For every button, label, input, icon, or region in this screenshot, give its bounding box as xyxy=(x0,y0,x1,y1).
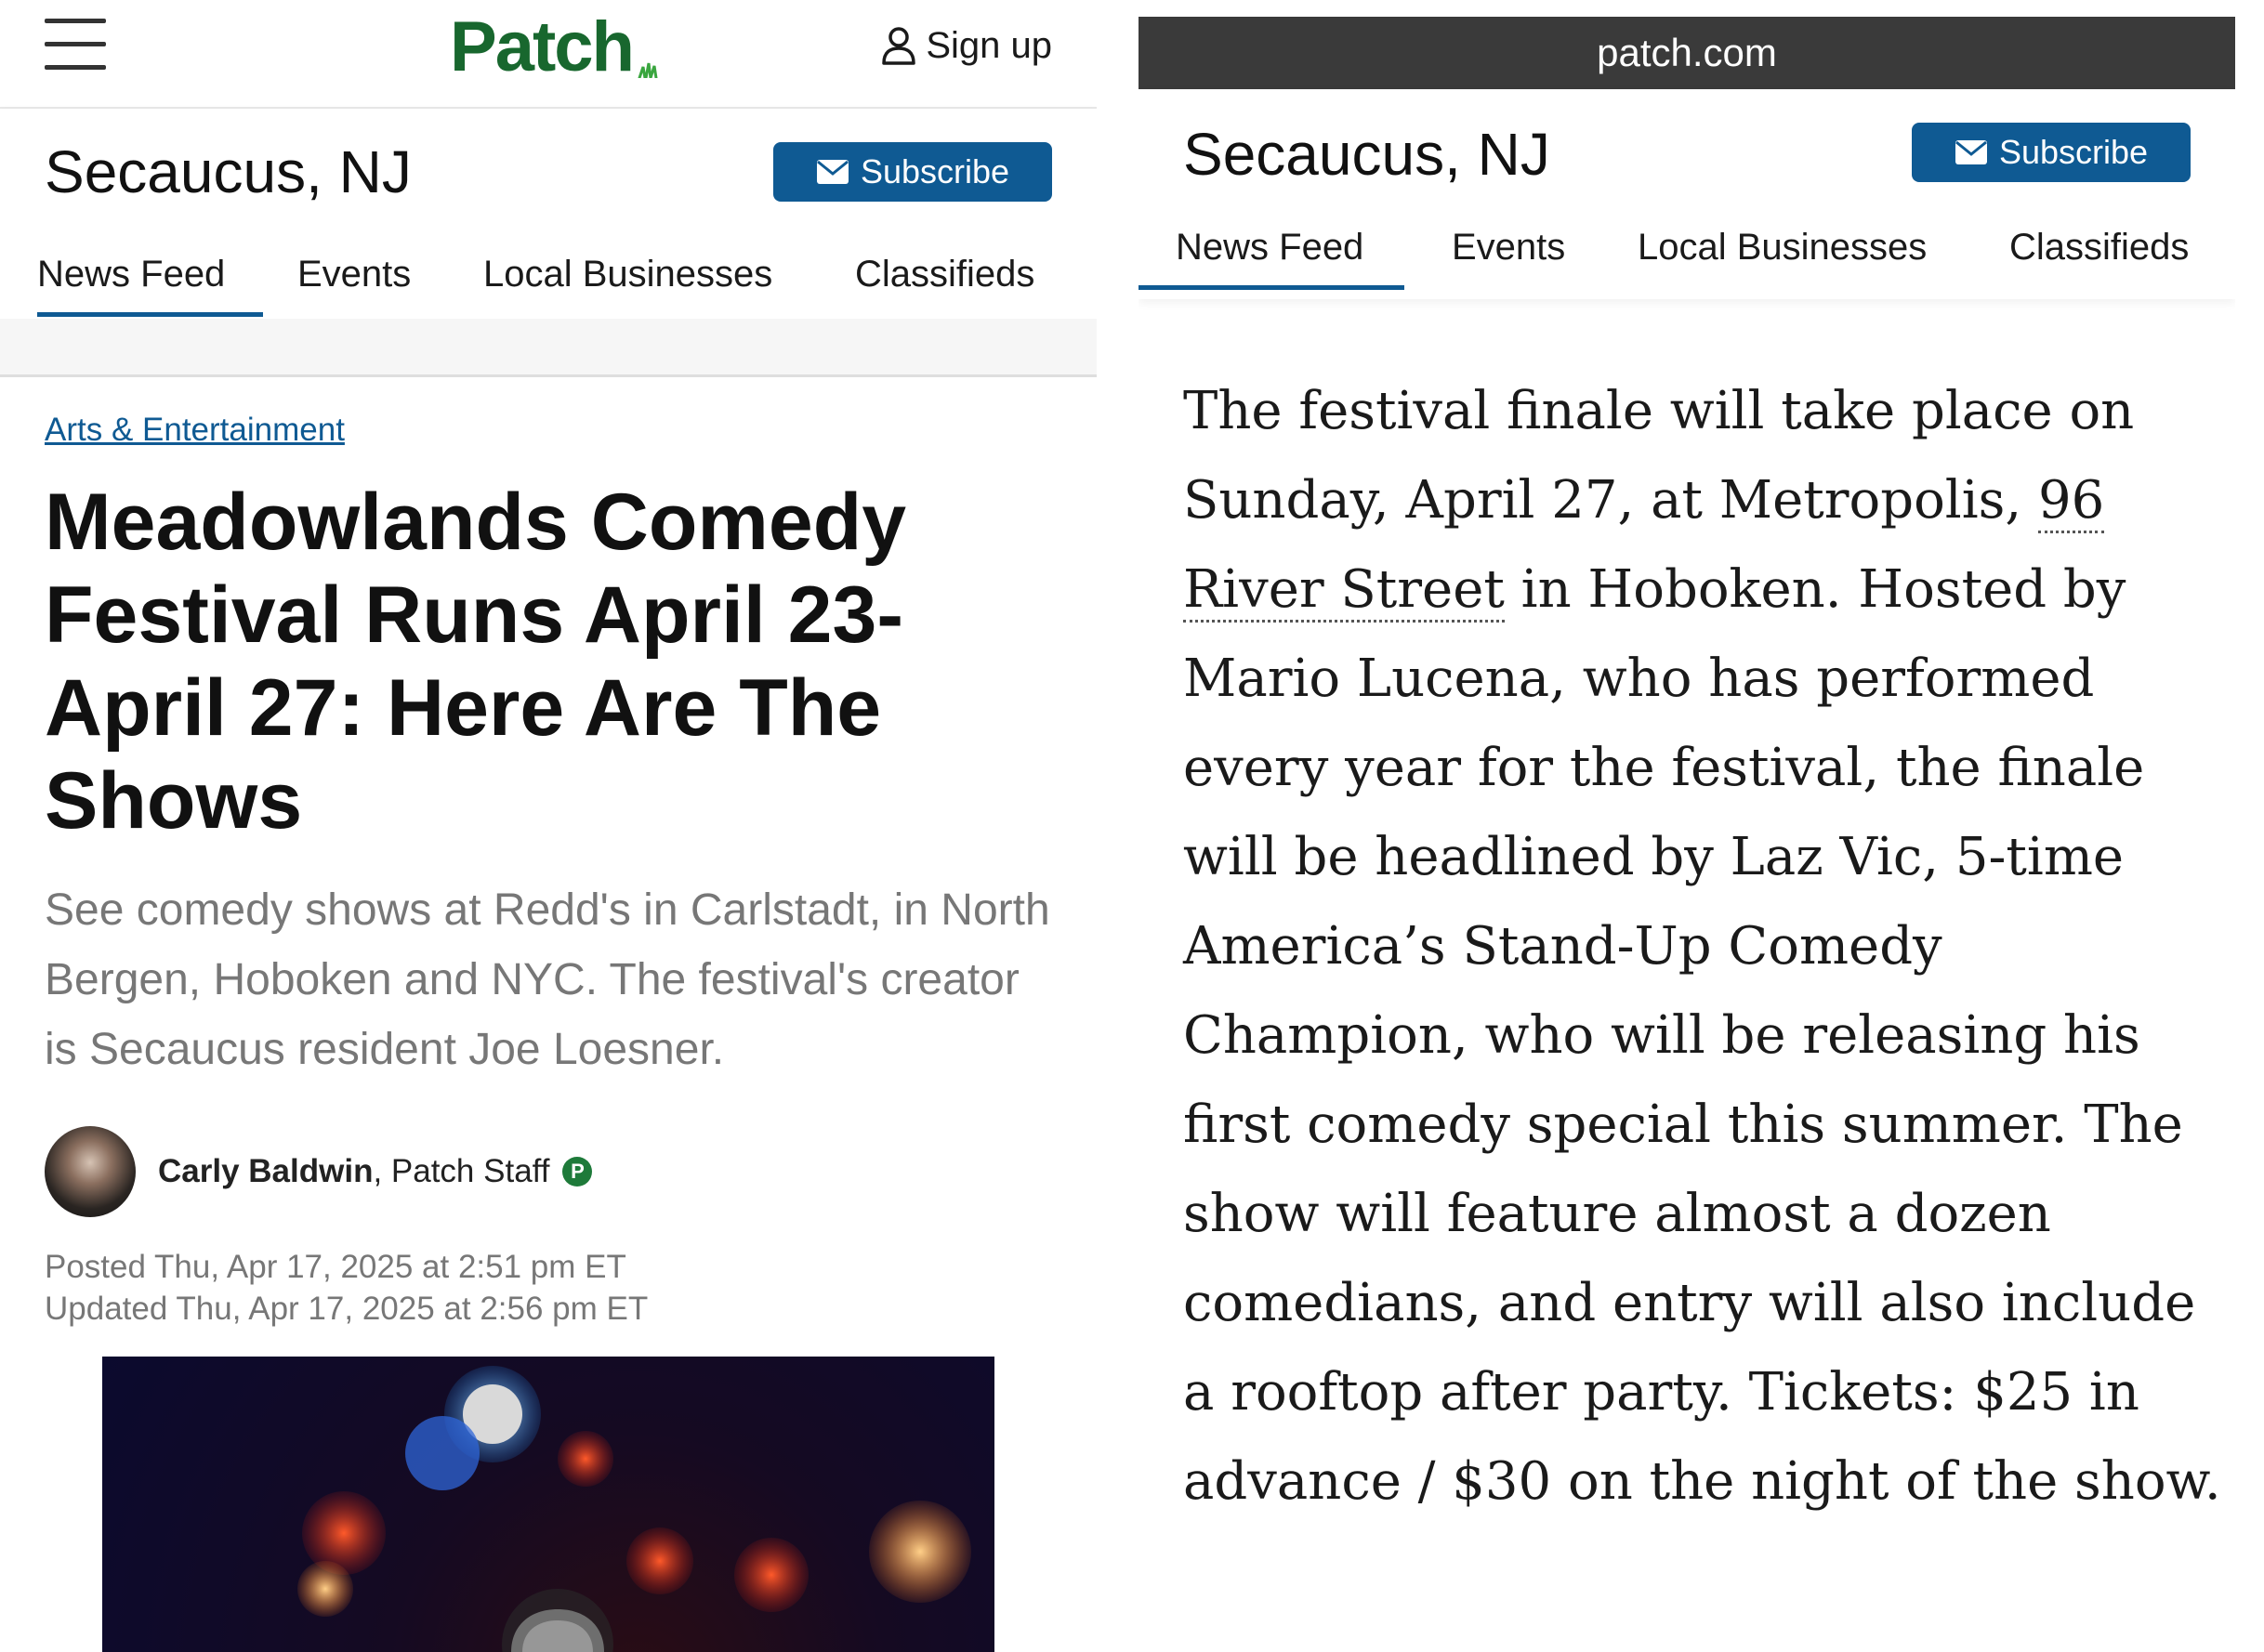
tab-label: News Feed xyxy=(1176,227,1364,268)
sign-up-button[interactable]: Sign up xyxy=(881,20,1052,71)
tab-label: Local Businesses xyxy=(1638,227,1928,268)
tab-label: News Feed xyxy=(37,254,226,295)
subscribe-button[interactable]: Subscribe xyxy=(1912,123,2191,182)
tab-news-feed[interactable]: News Feed xyxy=(37,246,263,317)
tab-local-businesses[interactable]: Local Businesses xyxy=(483,246,772,317)
byline: Carly Baldwin , Patch Staff P xyxy=(45,1125,1058,1218)
city-title: Secaucus, NJ xyxy=(1183,121,1550,188)
patch-badge-icon: P xyxy=(562,1157,593,1187)
body-text-end: in Hoboken. Hosted by Mario Lucena, who … xyxy=(1183,559,2221,1512)
tab-classifieds[interactable]: Classifieds xyxy=(2009,219,2189,290)
right-screenshot: patch.com Secaucus, NJ Subscribe News Fe… xyxy=(1139,0,2235,1652)
tab-label: Classifieds xyxy=(855,254,1035,295)
city-title: Secaucus, NJ xyxy=(45,138,412,205)
mail-icon xyxy=(1955,140,1987,164)
sign-up-label: Sign up xyxy=(926,24,1052,66)
tab-local-businesses[interactable]: Local Businesses xyxy=(1638,219,1927,290)
subscribe-label: Subscribe xyxy=(1998,133,2149,171)
section-tabs: News Feed Events Local Businesses Classi… xyxy=(0,246,1097,319)
tab-label: Local Businesses xyxy=(483,254,773,295)
author-role: , Patch Staff xyxy=(373,1153,550,1189)
article-deck: See comedy shows at Redd's in Carlstadt,… xyxy=(45,885,1050,1074)
updated-time: Updated Thu, Apr 17, 2025 at 2:56 pm ET xyxy=(45,1291,649,1327)
tab-news-feed[interactable]: News Feed xyxy=(1139,219,1404,290)
city-header: Secaucus, NJ Subscribe News Feed Events … xyxy=(0,109,1097,319)
grass-icon xyxy=(638,62,658,78)
top-navigation-bar: Patch Sign up xyxy=(0,0,1097,109)
user-icon xyxy=(882,27,916,65)
section-divider xyxy=(0,319,1097,377)
url-text: patch.com xyxy=(1597,31,1777,74)
tab-events[interactable]: Events xyxy=(297,246,411,317)
left-screenshot: Patch Sign up Secaucus, NJ Subscribe New… xyxy=(0,0,1097,1652)
article-header: Arts & Entertainment Meadowlands Comedy … xyxy=(45,407,1058,1330)
tab-label: Classifieds xyxy=(2009,227,2190,268)
hero-image xyxy=(102,1357,994,1652)
section-tabs: News Feed Events Local Businesses Classi… xyxy=(1139,219,2235,292)
article-headline: Meadowlands Comedy Festival Runs April 2… xyxy=(45,478,907,846)
url-bar[interactable]: patch.com xyxy=(1139,17,2235,89)
tab-label: Events xyxy=(1452,227,1566,268)
tab-label: Events xyxy=(297,254,412,295)
city-header: Secaucus, NJ Subscribe News Feed Events … xyxy=(1139,89,2235,299)
timestamps: Posted Thu, Apr 17, 2025 at 2:51 pm ET U… xyxy=(45,1246,1058,1330)
tab-classifieds[interactable]: Classifieds xyxy=(855,246,1034,317)
author-avatar[interactable] xyxy=(45,1126,136,1217)
stage-lights-photo xyxy=(297,1366,971,1652)
mail-icon xyxy=(816,160,849,184)
article-body-paragraph: The festival finale will take place on S… xyxy=(1183,367,2224,1527)
posted-time: Posted Thu, Apr 17, 2025 at 2:51 pm ET xyxy=(45,1249,626,1285)
body-text-start: The festival finale will take place on S… xyxy=(1183,381,2135,531)
subscribe-label: Subscribe xyxy=(860,152,1010,190)
tab-events[interactable]: Events xyxy=(1452,219,1565,290)
patch-logo[interactable]: Patch xyxy=(450,6,635,89)
hamburger-icon[interactable] xyxy=(45,19,106,71)
author-name[interactable]: Carly Baldwin xyxy=(158,1153,373,1190)
subscribe-button[interactable]: Subscribe xyxy=(773,142,1052,202)
category-link[interactable]: Arts & Entertainment xyxy=(45,412,345,448)
